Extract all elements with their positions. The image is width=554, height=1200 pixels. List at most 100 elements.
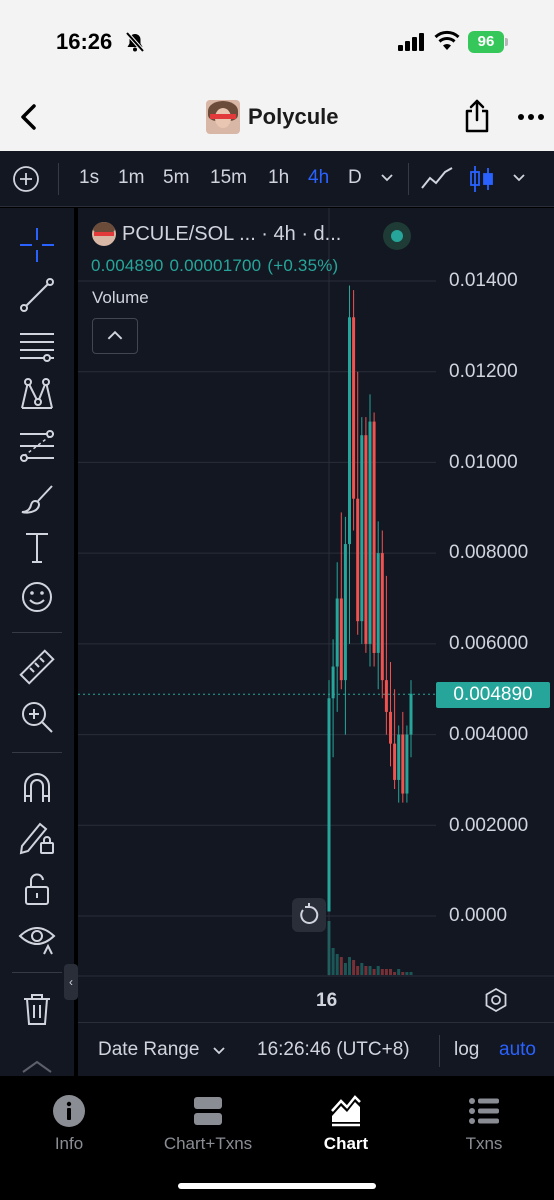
zoom-in-icon — [22, 702, 53, 733]
back-button[interactable] — [16, 100, 42, 134]
token-title[interactable]: Polycule — [206, 100, 338, 134]
interval-d[interactable]: D — [348, 167, 362, 189]
unlock-tool[interactable] — [16, 868, 58, 910]
tab-chart-label: Chart — [323, 1134, 369, 1153]
candle-body — [368, 421, 372, 644]
crosshair-tool[interactable] — [16, 224, 58, 266]
interval-4h[interactable]: 4h — [308, 167, 329, 189]
battery-tip — [505, 38, 508, 46]
volume-bar — [368, 966, 372, 975]
chevron-up-icon[interactable] — [20, 1056, 54, 1076]
price-axis-label: 0.002000 — [449, 815, 529, 836]
candle-body — [384, 680, 388, 712]
trend-line-icon — [20, 278, 54, 312]
volume-bar — [348, 957, 351, 975]
lock-drawing-tool[interactable] — [16, 816, 58, 858]
volume-collapse-button[interactable] — [92, 318, 138, 354]
chart-settings-icon[interactable] — [482, 986, 510, 1014]
chart-pane[interactable]: PCULE/SOL ... · 4h · d... 0.004890 0.0000… — [78, 208, 554, 1076]
volume-bar — [384, 969, 388, 975]
page-title: Polycule — [248, 104, 339, 129]
interval-1s[interactable]: 1s — [79, 167, 99, 189]
interval-1m[interactable]: 1m — [118, 167, 144, 189]
date-range-button[interactable]: Date Range — [98, 1039, 199, 1061]
candle-body — [401, 734, 405, 794]
text-tool[interactable] — [16, 526, 58, 568]
interval-5m[interactable]: 5m — [163, 167, 189, 189]
cellular-signal-icon — [398, 33, 424, 51]
tab-chart[interactable]: Chart — [281, 1094, 411, 1158]
brush-icon — [21, 485, 53, 514]
candle-body — [360, 435, 364, 622]
price-axis-label: 0.01200 — [449, 361, 518, 382]
volume-bar — [397, 969, 401, 975]
sidebar-divider — [12, 752, 62, 753]
more-options-button[interactable] — [516, 104, 546, 130]
toolbar-divider — [408, 163, 409, 195]
visibility-tool[interactable] — [16, 916, 58, 958]
auto-scale-toggle[interactable]: auto — [499, 1039, 536, 1061]
sidebar-divider — [12, 972, 62, 973]
candle-body — [397, 734, 401, 780]
line-chart-type-icon[interactable] — [420, 163, 454, 195]
sidebar-divider — [12, 632, 62, 633]
magnet-tool[interactable] — [16, 766, 58, 808]
log-scale-toggle[interactable]: log — [454, 1039, 479, 1061]
chart-legend[interactable]: PCULE/SOL ... · 4h · d... — [92, 222, 341, 246]
tab-chart-txns-label: Chart+Txns — [163, 1134, 253, 1153]
text-icon — [26, 533, 48, 563]
volume-bar — [389, 969, 392, 975]
collapse-toolbar-button[interactable]: ‹ — [64, 964, 78, 1000]
candle-chart-type-icon[interactable] — [466, 163, 496, 195]
candle-body — [343, 544, 347, 681]
fib-retracement-tool[interactable] — [16, 424, 58, 466]
volume-bar — [356, 966, 360, 975]
candle-body — [339, 598, 343, 681]
battery-level: 96 — [468, 31, 504, 53]
volume-bar — [364, 966, 368, 975]
magnet-icon — [24, 773, 50, 802]
volume-bar — [393, 972, 397, 975]
token-avatar — [206, 100, 240, 134]
emoji-tool[interactable] — [16, 576, 58, 618]
zoom-in-tool[interactable] — [16, 696, 58, 738]
price-axis-label: 0.008000 — [449, 542, 529, 563]
reset-chart-button[interactable] — [292, 898, 326, 932]
horizontal-lines-tool[interactable] — [16, 324, 58, 366]
date-range-chevron-down-icon[interactable] — [212, 1043, 226, 1057]
smiley-icon — [22, 582, 52, 612]
tab-txns[interactable]: Txns — [419, 1094, 549, 1158]
chart-bottom-bar: Date Range 16:26:46 (UTC+8) log auto — [78, 1022, 554, 1076]
trend-line-tool[interactable] — [16, 274, 58, 316]
price-axis-label: 0.01400 — [449, 270, 518, 291]
timezone-clock[interactable]: 16:26:46 (UTC+8) — [257, 1039, 410, 1061]
volume-bar — [327, 921, 331, 975]
pencil-lock-icon — [19, 822, 54, 855]
pattern-tool[interactable] — [16, 374, 58, 416]
bottom-bar-divider — [439, 1035, 440, 1067]
volume-bar — [343, 963, 347, 975]
candle-body — [348, 317, 351, 545]
volume-bar — [401, 972, 405, 975]
candle-body — [376, 553, 380, 653]
brush-tool[interactable] — [16, 476, 58, 518]
candle-body — [331, 666, 335, 699]
ruler-tool[interactable] — [16, 646, 58, 688]
volume-bar — [352, 960, 356, 975]
interval-1h[interactable]: 1h — [268, 167, 289, 189]
volume-label: Volume — [92, 288, 149, 307]
delete-drawings-tool[interactable] — [16, 988, 58, 1030]
price-axis-label: 0.0000 — [449, 905, 508, 926]
add-indicator-icon[interactable] — [12, 165, 40, 193]
tab-chart-txns[interactable]: Chart+Txns — [143, 1094, 273, 1158]
price-axis-label: 0.006000 — [449, 633, 529, 654]
share-button[interactable] — [462, 98, 492, 134]
volume-bar — [331, 948, 335, 975]
interval-15m[interactable]: 15m — [210, 167, 247, 189]
price-axis-label: 0.004000 — [449, 724, 529, 745]
fib-retracement-icon — [20, 430, 54, 462]
chart-type-chevron-down-icon[interactable] — [511, 169, 527, 185]
status-time: 16:26 — [56, 29, 113, 54]
interval-chevron-down-icon[interactable] — [379, 169, 395, 185]
tab-info[interactable]: Info — [4, 1094, 134, 1158]
